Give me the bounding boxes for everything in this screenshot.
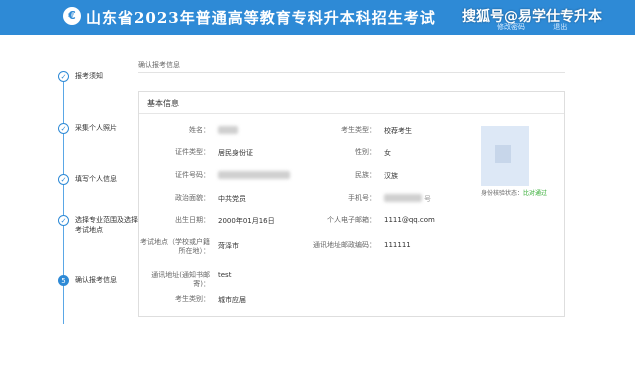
check-icon: ✓: [58, 174, 69, 185]
check-icon: ✓: [58, 123, 69, 134]
check-icon: ✓: [58, 71, 69, 82]
verification-value: 比对通过: [523, 190, 548, 197]
id-number-value-redacted: [218, 171, 290, 179]
verification-label: 身份核验状态：: [481, 190, 524, 197]
logout-link[interactable]: 退出: [553, 23, 567, 31]
name-label: 姓名：: [189, 126, 210, 134]
gender-value: 女: [384, 149, 391, 157]
phone-suffix: 号: [424, 195, 431, 203]
step-label: 确认报考信息: [75, 276, 117, 284]
exam-place-label: 考试地点（学校或户籍所在地）：: [140, 238, 210, 255]
political-label: 政治面貌：: [175, 194, 210, 202]
phone-value-redacted: [384, 194, 422, 202]
exam-place-value: 菏泽市: [218, 242, 239, 250]
id-type-label: 证件类型：: [175, 148, 210, 156]
id-number-label: 证件号码：: [175, 171, 210, 179]
steps-connector-line: [63, 82, 64, 324]
step-label: 选择专业范围及选择考试地点: [75, 216, 138, 234]
page-title: 山东省2023年普通高等教育专科升本科招生考试: [86, 9, 436, 27]
gender-label: 性别：: [355, 148, 376, 156]
step-label: 采集个人照片: [75, 124, 117, 132]
zip-value: 111111: [384, 241, 411, 249]
name-value-redacted: [218, 126, 238, 134]
email-label: 个人电子邮箱：: [327, 216, 376, 224]
header-links: 修改密码 退出: [497, 22, 593, 32]
step-label: 报考须知: [75, 72, 103, 80]
panel-title: 基本信息: [147, 99, 179, 108]
birth-date-value: 2000年01月16日: [218, 217, 275, 225]
phone-label: 手机号：: [348, 194, 376, 202]
political-value: 中共党员: [218, 195, 246, 203]
address-value: test: [218, 271, 232, 279]
change-password-link[interactable]: 修改密码: [497, 23, 525, 31]
panel-header: 基本信息: [139, 92, 564, 114]
breadcrumb: 确认报考信息: [138, 61, 180, 69]
ethnicity-label: 民族：: [355, 171, 376, 179]
student-type-label: 考生类型：: [341, 126, 376, 134]
birth-date-label: 出生日期：: [175, 216, 210, 224]
email-value: 1111@qq.com: [384, 216, 435, 224]
step-number-icon: 5: [58, 275, 69, 286]
student-type-value: 校荐考生: [384, 127, 412, 135]
divider: [138, 72, 565, 73]
top-banner: € 山东省2023年普通高等教育专科升本科招生考试 搜狐号@易学仕专升本 修改密…: [0, 0, 635, 35]
step-label: 填写个人信息: [75, 175, 117, 183]
exam-logo-icon: €: [63, 7, 81, 25]
address-label: 通讯地址(通知书邮寄)：: [151, 271, 210, 288]
exam-category-label: 考生类别：: [175, 295, 210, 303]
photo-verification-status: 身份核验状态：比对通过: [481, 188, 547, 197]
zip-label: 通讯地址邮政编码：: [313, 241, 376, 249]
ethnicity-value: 汉族: [384, 172, 398, 180]
photo-placeholder-icon: [495, 145, 511, 163]
id-type-value: 居民身份证: [218, 149, 253, 157]
exam-category-value: 城市应届: [218, 296, 246, 304]
check-icon: ✓: [58, 215, 69, 226]
